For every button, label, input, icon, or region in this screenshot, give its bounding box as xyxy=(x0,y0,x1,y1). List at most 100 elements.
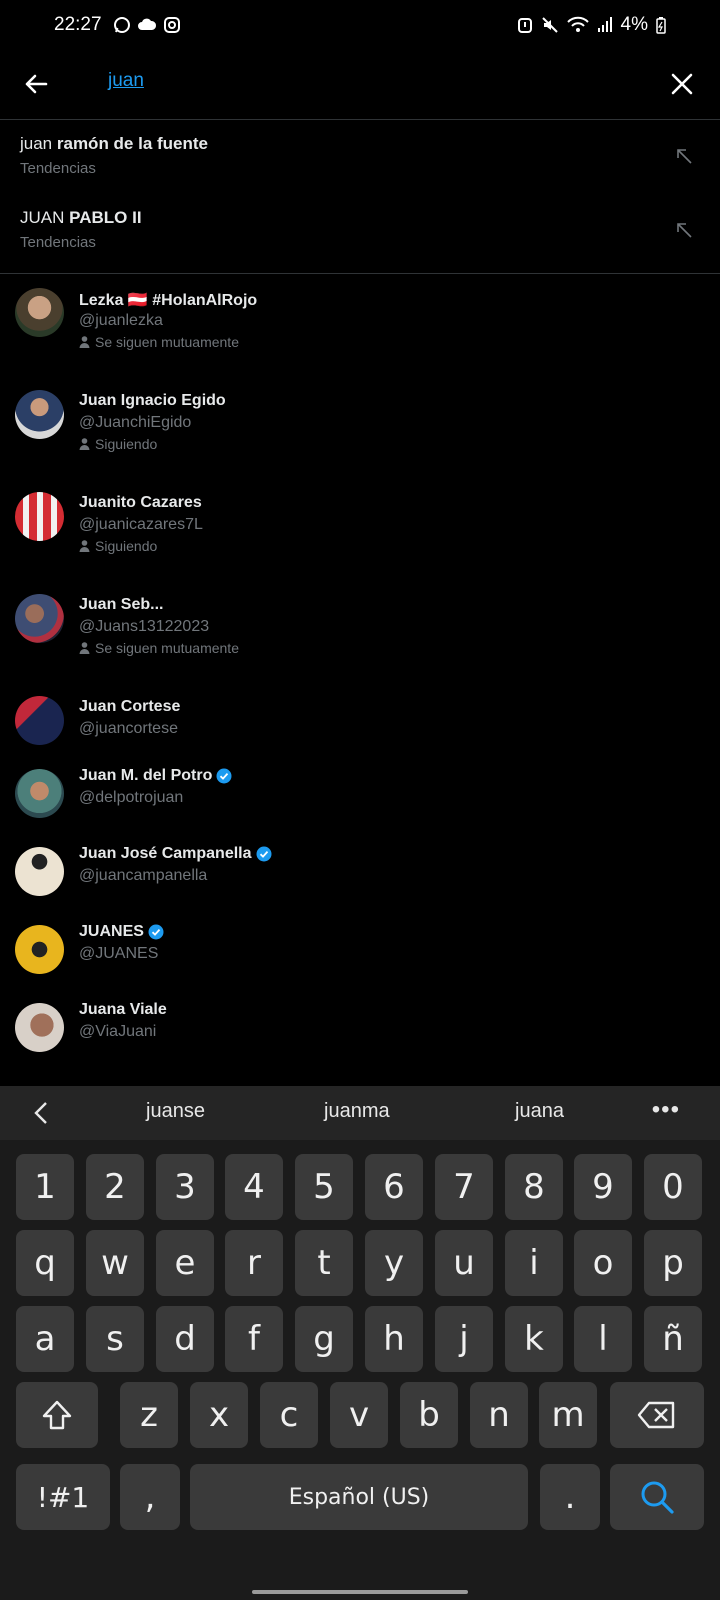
key-5[interactable]: 5 xyxy=(295,1154,353,1220)
keyboard-suggestion-bar: juanse juanma juana ••• xyxy=(0,1086,720,1140)
key-m[interactable]: m xyxy=(539,1382,597,1448)
key-i[interactable]: i xyxy=(505,1230,563,1296)
key-z[interactable]: z xyxy=(120,1382,178,1448)
trend-title: juan ramón de la fuente xyxy=(20,134,209,153)
trend-suggestions: juan ramón de la fuente Tendencias JUAN … xyxy=(0,120,720,274)
person-icon xyxy=(79,336,90,348)
user-name: Juanito Cazares xyxy=(79,494,202,511)
user-handle: @JUANES xyxy=(79,945,159,962)
key-ñ[interactable]: ñ xyxy=(644,1306,702,1372)
person-icon xyxy=(79,642,90,654)
key-1[interactable]: 1 xyxy=(16,1154,74,1220)
user-handle: @delpotrojuan xyxy=(79,789,184,806)
key-3[interactable]: 3 xyxy=(156,1154,214,1220)
key-u[interactable]: u xyxy=(435,1230,493,1296)
key-2[interactable]: 2 xyxy=(86,1154,144,1220)
trend-title: JUAN PABLO II xyxy=(20,208,142,227)
key-4[interactable]: 4 xyxy=(225,1154,283,1220)
relationship-label: Siguiendo xyxy=(79,436,157,452)
search-input[interactable]: juan xyxy=(108,70,144,92)
shift-key[interactable] xyxy=(16,1382,98,1448)
key-g[interactable]: g xyxy=(295,1306,353,1372)
user-name: JUANES xyxy=(79,923,164,941)
search-icon xyxy=(641,1481,674,1514)
relationship-label: Se siguen mutuamente xyxy=(79,640,239,656)
key-w[interactable]: w xyxy=(86,1230,144,1296)
key-a[interactable]: a xyxy=(16,1306,74,1372)
key-q[interactable]: q xyxy=(16,1230,74,1296)
suggestion-item[interactable]: juana xyxy=(515,1100,564,1123)
key-c[interactable]: c xyxy=(260,1382,318,1448)
key-n[interactable]: n xyxy=(470,1382,528,1448)
alarm-icon xyxy=(517,18,532,33)
comma-key[interactable]: , xyxy=(120,1464,180,1530)
key-9[interactable]: 9 xyxy=(574,1154,632,1220)
suggestion-item[interactable]: juanma xyxy=(324,1100,390,1123)
battery-level: 4% xyxy=(620,14,648,35)
key-6[interactable]: 6 xyxy=(365,1154,423,1220)
period-key[interactable]: . xyxy=(540,1464,600,1530)
key-x[interactable]: x xyxy=(190,1382,248,1448)
keyboard: juanse juanma juana ••• 1234567890 qwerty… xyxy=(0,1086,720,1600)
key-7[interactable]: 7 xyxy=(435,1154,493,1220)
key-j[interactable]: j xyxy=(435,1306,493,1372)
user-handle: @juancortese xyxy=(79,720,178,737)
avatar xyxy=(15,288,64,337)
key-k[interactable]: k xyxy=(505,1306,563,1372)
instagram-icon xyxy=(164,17,180,33)
fill-query-arrow-icon[interactable] xyxy=(674,220,694,240)
avatar xyxy=(15,696,64,745)
backspace-key[interactable] xyxy=(610,1382,704,1448)
relationship-label: Se siguen mutuamente xyxy=(79,334,239,350)
key-t[interactable]: t xyxy=(295,1230,353,1296)
key-8[interactable]: 8 xyxy=(505,1154,563,1220)
avatar xyxy=(15,390,64,439)
user-handle: @JuanchiEgido xyxy=(79,414,192,431)
key-p[interactable]: p xyxy=(644,1230,702,1296)
key-l[interactable]: l xyxy=(574,1306,632,1372)
user-handle: @Juans13122023 xyxy=(79,618,210,635)
key-e[interactable]: e xyxy=(156,1230,214,1296)
backspace-icon xyxy=(637,1401,675,1429)
symbols-key[interactable]: !#1 xyxy=(16,1464,110,1530)
key-0[interactable]: 0 xyxy=(644,1154,702,1220)
trend-item[interactable]: JUAN PABLO II Tendencias xyxy=(0,194,720,268)
relationship-label: Siguiendo xyxy=(79,538,157,554)
key-y[interactable]: y xyxy=(365,1230,423,1296)
avatar xyxy=(15,1003,64,1052)
verified-badge-icon xyxy=(256,846,272,862)
back-arrow-icon[interactable] xyxy=(20,68,52,100)
user-handle: @juancampanella xyxy=(79,867,208,884)
key-b[interactable]: b xyxy=(400,1382,458,1448)
key-s[interactable]: s xyxy=(86,1306,144,1372)
key-h[interactable]: h xyxy=(365,1306,423,1372)
status-bar: 22:27 4% xyxy=(0,0,720,52)
key-v[interactable]: v xyxy=(330,1382,388,1448)
whatsapp-icon xyxy=(114,17,130,33)
more-options-icon[interactable]: ••• xyxy=(652,1096,680,1124)
search-key[interactable] xyxy=(610,1464,704,1530)
space-key[interactable]: Español (US) xyxy=(190,1464,528,1530)
key-f[interactable]: f xyxy=(225,1306,283,1372)
mute-icon xyxy=(541,17,558,33)
trend-item[interactable]: juan ramón de la fuente Tendencias xyxy=(0,120,720,194)
key-d[interactable]: d xyxy=(156,1306,214,1372)
key-r[interactable]: r xyxy=(225,1230,283,1296)
chevron-left-icon[interactable] xyxy=(30,1100,54,1126)
avatar xyxy=(15,847,64,896)
user-name: Juan Cortese xyxy=(79,698,181,715)
key-o[interactable]: o xyxy=(574,1230,632,1296)
verified-badge-icon xyxy=(148,924,164,940)
trend-subtitle: Tendencias xyxy=(20,234,96,251)
battery-icon xyxy=(656,17,666,34)
suggestion-item[interactable]: juanse xyxy=(146,1100,205,1123)
shift-icon xyxy=(42,1400,72,1430)
fill-query-arrow-icon[interactable] xyxy=(674,146,694,166)
user-name: Juana Viale xyxy=(79,1001,167,1018)
user-handle: @juanlezka xyxy=(79,312,163,329)
user-name: Juan Ignacio Egido xyxy=(79,392,226,409)
user-name: Lezka 🇦🇹 #HolanAlRojo xyxy=(79,292,258,309)
verified-badge-icon xyxy=(216,768,232,784)
status-time: 22:27 xyxy=(54,14,102,35)
close-icon[interactable] xyxy=(666,68,698,100)
